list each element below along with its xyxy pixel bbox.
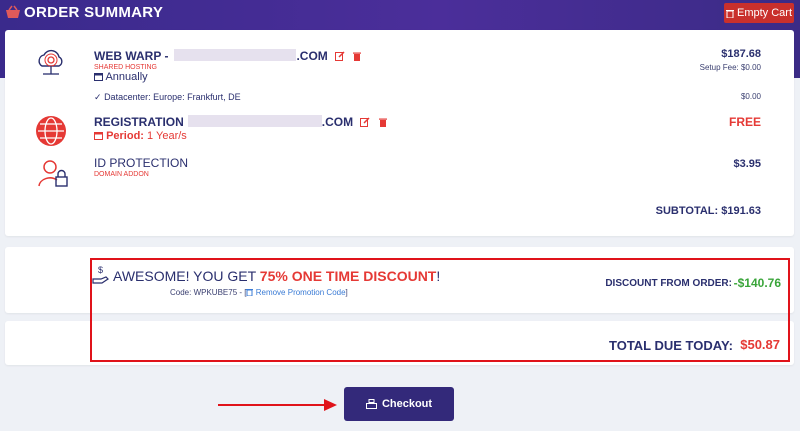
edit-icon[interactable] <box>335 51 345 61</box>
item-category: DOMAIN ADDON <box>94 171 149 178</box>
edit-icon[interactable] <box>360 117 370 127</box>
user-lock-icon <box>38 160 68 187</box>
register-icon <box>365 399 377 409</box>
subtotal: SUBTOTAL: $191.63 <box>655 205 761 217</box>
calendar-icon <box>94 132 103 140</box>
page-title: ORDER SUMMARY <box>24 4 164 21</box>
annotation-highlight-box <box>90 258 790 362</box>
check-icon: ✓ <box>94 92 102 102</box>
trash-icon[interactable] <box>352 51 362 61</box>
item-name-id-protection: ID PROTECTION <box>94 156 189 170</box>
empty-cart-button[interactable]: Empty Cart <box>724 3 794 23</box>
item-price: $187.68 <box>721 48 761 60</box>
trash-icon[interactable] <box>378 117 388 127</box>
annotation-arrow <box>218 399 337 411</box>
checkout-button[interactable]: Checkout <box>344 387 454 421</box>
cloud-hosting-icon <box>38 49 63 75</box>
registration-period: Period: 1 Year/s <box>94 130 187 142</box>
trash-icon <box>725 9 734 18</box>
item-name-hosting: WEB WARP - .COM <box>94 49 362 63</box>
calendar-icon <box>94 73 103 81</box>
empty-cart-label: Empty Cart <box>736 7 792 19</box>
item-name-registration: REGISTRATION .COM <box>94 115 388 129</box>
item-price: $3.95 <box>733 158 761 170</box>
datacenter-line: ✓ Datacenter: Europe: Frankfurt, DE <box>94 92 241 102</box>
basket-icon <box>6 5 20 18</box>
redacted-domain <box>174 49 297 61</box>
datacenter-price: $0.00 <box>740 92 761 101</box>
item-price-free: FREE <box>728 115 761 129</box>
billing-cycle: Annually <box>94 71 148 83</box>
redacted-domain <box>187 115 322 127</box>
setup-fee: Setup Fee: $0.00 <box>699 63 761 72</box>
item-category: SHARED HOSTING <box>94 64 158 71</box>
globe-icon <box>36 116 66 146</box>
